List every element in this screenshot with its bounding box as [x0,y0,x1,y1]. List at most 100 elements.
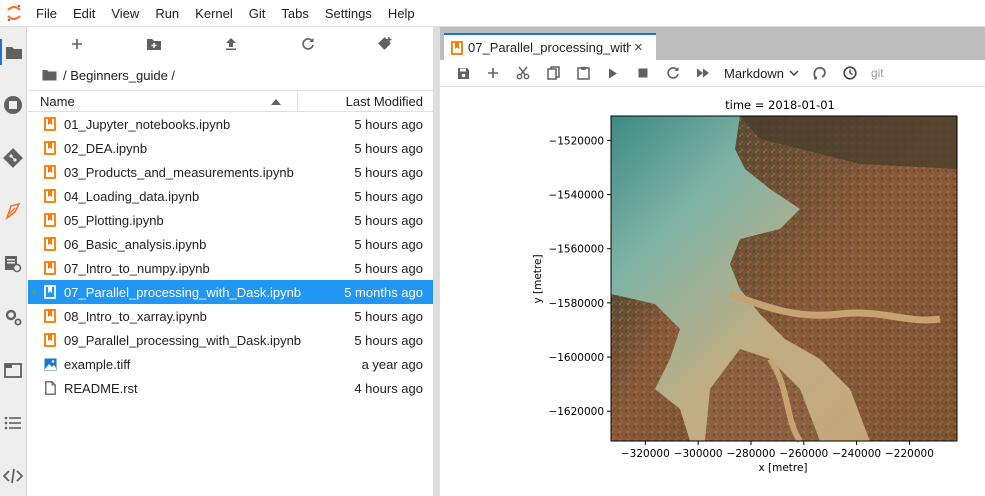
file-name: 09_Parallel_processing_with_Dask.ipynb [64,332,302,348]
notebook-icon [43,308,57,324]
notebook-icon [43,332,57,348]
x-tick-label: −280000 [727,448,776,460]
menu-file[interactable]: File [28,0,65,27]
file-row[interactable]: 06_Basic_analysis.ipynb 5 hours ago [28,232,433,256]
file-row[interactable]: 07_Intro_to_numpy.ipynb 5 hours ago [28,256,433,280]
cut-button[interactable] [508,61,538,85]
home-folder-icon[interactable] [42,69,57,81]
table-of-contents-icon[interactable] [0,410,26,436]
x-tick-label: −300000 [674,448,723,460]
y-axis: −1520000 −1540000 −1560000 −1580000 −1600000… [548,135,611,418]
file-row[interactable]: 07_Parallel_processing_with_Dask.ipynb 5 … [28,280,433,304]
y-tick-label: −1560000 [548,244,604,256]
file-row[interactable]: README.rst 4 hours ago [28,376,433,400]
file-row[interactable]: 05_Plotting.ipynb 5 hours ago [28,208,433,232]
clock-icon[interactable] [835,61,865,85]
kernel-status-icon[interactable] [805,61,835,85]
git-clone-button[interactable] [373,32,397,56]
notebook-icon [451,40,463,55]
file-modified: 5 hours ago [354,236,423,252]
new-launcher-button[interactable] [65,32,89,56]
running-indicator-icon [32,290,36,294]
menu-edit[interactable]: Edit [65,0,103,27]
y-tick-label: −1520000 [548,135,604,147]
jupyter-logo-icon [0,0,28,27]
file-modified: 5 hours ago [354,164,423,180]
git-label[interactable]: git [871,66,884,80]
file-modified: 5 hours ago [354,332,423,348]
file-modified: 5 hours ago [354,116,423,132]
panel-splitter[interactable] [433,27,440,496]
new-folder-button[interactable] [142,32,166,56]
close-icon[interactable]: × [634,39,643,56]
copy-button[interactable] [538,61,568,85]
file-row[interactable]: 08_Intro_to_xarray.ipynb 5 hours ago [28,304,433,328]
insert-cell-button[interactable] [478,61,508,85]
cell-type-dropdown[interactable]: Markdown [724,66,799,81]
notebook-icon [43,284,57,300]
modified-column-header[interactable]: Last Modified [298,94,433,109]
menu-view[interactable]: View [103,0,147,27]
restart-run-all-button[interactable] [688,61,718,85]
tabs-icon[interactable] [0,357,26,383]
text-file-icon [43,380,57,396]
tab-bar: 07_Parallel_processing_with_Dask.ipynb × [440,27,985,60]
file-row[interactable]: example.tiff a year ago [28,352,433,376]
folder-icon[interactable] [0,39,26,65]
git-icon[interactable] [0,145,26,171]
menu-tabs[interactable]: Tabs [273,0,316,27]
code-snippets-icon[interactable] [0,463,26,489]
cell-type-value: Markdown [724,65,784,81]
tab-label: 07_Parallel_processing_with_Dask.ipynb [468,40,631,55]
tab-notebook[interactable]: 07_Parallel_processing_with_Dask.ipynb × [444,33,656,60]
file-modified: 5 hours ago [354,308,423,324]
file-name: 03_Products_and_measurements.ipynb [64,164,294,180]
restart-kernel-button[interactable] [658,61,688,85]
menu-help[interactable]: Help [380,0,423,27]
menu-run[interactable]: Run [147,0,187,27]
file-row[interactable]: 01_Jupyter_notebooks.ipynb 5 hours ago [28,112,433,136]
x-axis: −320000 −300000 −280000 −260000 −240000 −2200… [621,441,934,460]
file-row[interactable]: 03_Products_and_measurements.ipynb 5 hour… [28,160,433,184]
running-sessions-icon[interactable] [0,92,26,118]
notebook-icon [43,236,57,252]
menu-kernel[interactable]: Kernel [187,0,241,27]
breadcrumb-path[interactable]: / Beginners_guide / [63,68,175,83]
menu-settings[interactable]: Settings [317,0,380,27]
menu-git[interactable]: Git [241,0,274,27]
file-name: 01_Jupyter_notebooks.ipynb [64,116,231,132]
refresh-button[interactable] [296,32,320,56]
x-axis-label: x [metre] [758,462,807,474]
x-tick-label: −260000 [779,448,828,460]
property-inspector-icon[interactable] [0,251,26,277]
notebook-icon [43,164,57,180]
save-button[interactable] [448,61,478,85]
y-tick-label: −1620000 [548,406,604,418]
file-row[interactable]: 02_DEA.ipynb 5 hours ago [28,136,433,160]
file-name: 05_Plotting.ipynb [64,212,164,228]
name-column-header[interactable]: Name [28,91,298,111]
file-list-header: Name Last Modified [28,90,433,112]
file-name: 07_Parallel_processing_with_Dask.ipynb [64,284,302,300]
file-modified: a year ago [361,356,423,372]
file-list: 01_Jupyter_notebooks.ipynb 5 hours ago 02_… [28,112,433,400]
file-row[interactable]: 04_Loading_data.ipynb 5 hours ago [28,184,433,208]
upload-button[interactable] [219,32,243,56]
stop-button[interactable] [628,61,658,85]
file-modified: 5 hours ago [354,188,423,204]
extension-icon[interactable] [0,198,26,224]
paste-button[interactable] [568,61,598,85]
breadcrumb: / Beginners_guide / [28,61,433,89]
file-row[interactable]: 09_Parallel_processing_with_Dask.ipynb 5 … [28,328,433,352]
name-column-label: Name [40,93,75,109]
x-tick-label: −320000 [621,448,670,460]
file-modified: 5 months ago [344,284,423,300]
y-tick-label: −1540000 [548,190,604,202]
run-button[interactable] [598,61,628,85]
file-name: README.rst [64,380,138,396]
file-browser-toolbar [28,27,433,61]
settings-gear-icon[interactable] [0,304,26,330]
menu-bar: File Edit View Run Kernel Git Tabs Setti… [0,0,985,27]
image-file-icon [43,356,57,372]
file-name: 06_Basic_analysis.ipynb [64,236,207,252]
